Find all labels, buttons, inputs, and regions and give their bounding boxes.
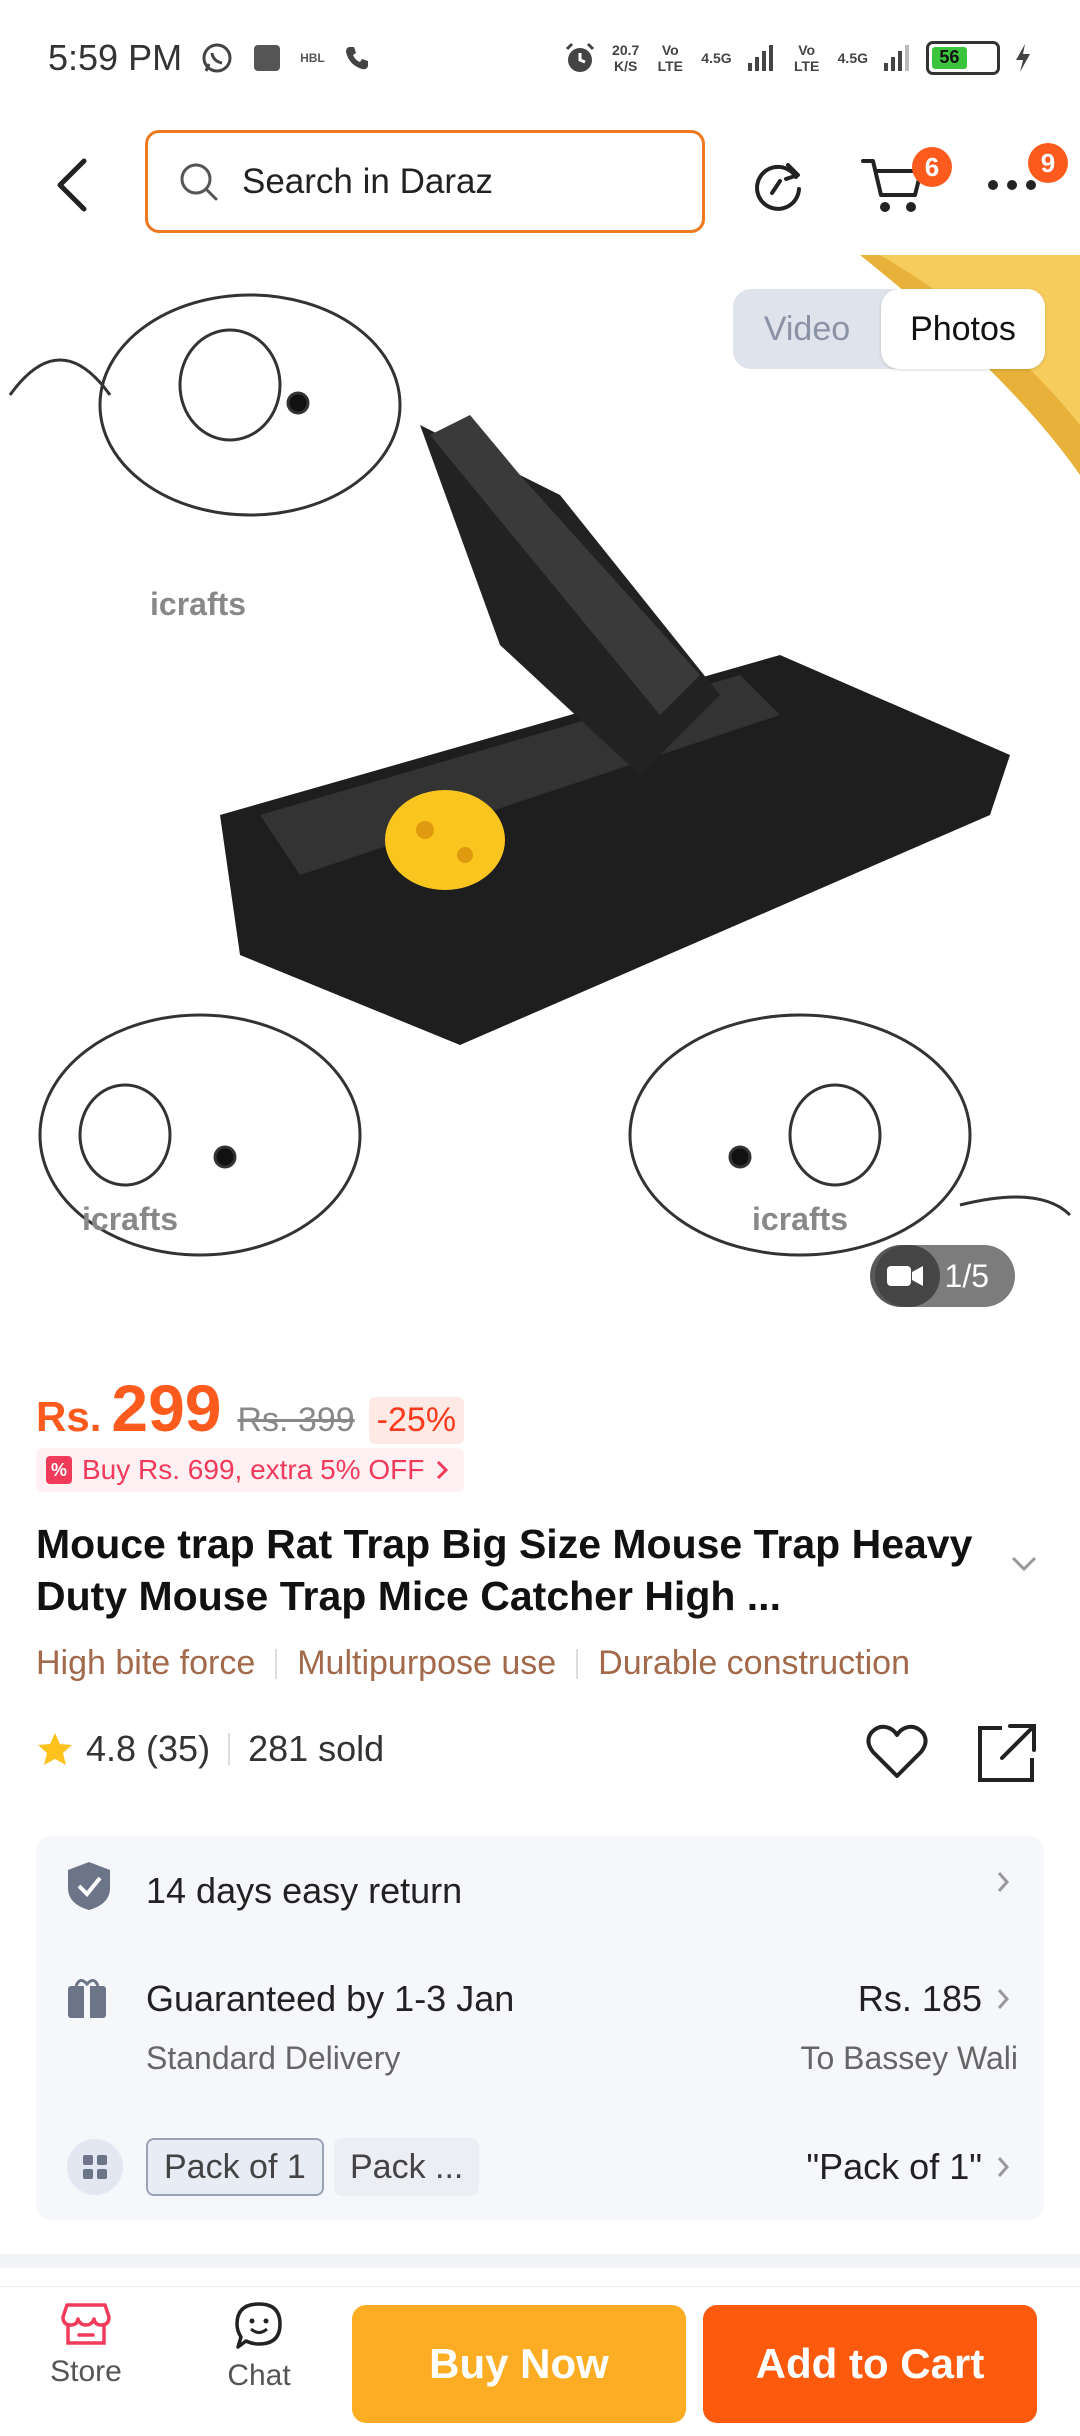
back-button[interactable] (40, 153, 104, 217)
add-to-cart-button[interactable]: Add to Cart (703, 2305, 1037, 2423)
watermark-text: icrafts (82, 1201, 178, 1237)
share-button[interactable] (974, 1722, 1038, 1789)
status-time: 5:59 PM (48, 36, 183, 78)
voucher-icon: % (46, 1456, 72, 1484)
promo-banner[interactable]: % Buy Rs. 699, extra 5% OFF (36, 1448, 465, 1492)
phone-icon (343, 44, 371, 72)
search-placeholder: Search in Daraz (242, 161, 493, 201)
chevron-right-icon (437, 1460, 449, 1480)
more-badge: 9 (1028, 143, 1068, 183)
chevron-right-icon (997, 1872, 1010, 1892)
expand-title-button[interactable] (1010, 1555, 1038, 1578)
net-speed: 20.7 K/S (612, 41, 640, 74)
watermark-text: icrafts (752, 1201, 848, 1237)
wishlist-button[interactable] (865, 1722, 929, 1787)
separator (576, 1648, 579, 1679)
separator (228, 1733, 231, 1765)
media-toggle: Video Photos (733, 289, 1045, 369)
feature-tag: Durable construction (598, 1644, 910, 1682)
rating-row[interactable]: 4.8 (35) 281 sold (36, 1728, 384, 1770)
price-currency: Rs. (36, 1393, 102, 1440)
refresh-share-icon (755, 163, 801, 211)
rating-value: 4.8 (86, 1728, 137, 1769)
sim1-network: 4.5G (701, 49, 732, 66)
shield-check-icon (66, 1860, 112, 1912)
discount-badge: -25% (368, 1397, 465, 1444)
service-info-card: 14 days easy return Guaranteed by 1-3 Ja… (36, 1836, 1044, 2220)
more-dots-icon (988, 180, 1036, 190)
sim1-label: Vo LTE (657, 41, 683, 74)
product-image: icrafts icrafts icrafts (8, 255, 1080, 1257)
battery-icon: 56 (926, 40, 1000, 75)
sim2-network: 4.5G (837, 49, 868, 66)
separator (275, 1648, 278, 1679)
original-price: Rs. 399 (237, 1401, 355, 1439)
delivery-date: Guaranteed by 1-3 Jan (146, 1978, 515, 2019)
return-chevron (996, 1870, 1010, 1894)
feature-tag: Multipurpose use (297, 1644, 557, 1682)
sim2-label: Vo LTE (793, 41, 820, 74)
battery-level: 56 (932, 46, 967, 69)
video-camera-icon (887, 1266, 923, 1286)
chevron-down-icon (1011, 1556, 1037, 1572)
section-divider (0, 2254, 1080, 2268)
share-icon (978, 1724, 1036, 1782)
chat-button[interactable]: Chat (199, 2301, 319, 2393)
signal-icon (882, 43, 912, 73)
sold-count: 281 sold (248, 1728, 385, 1769)
buy-now-button[interactable]: Buy Now (352, 2305, 686, 2423)
search-input[interactable]: Search in Daraz (145, 130, 705, 233)
search-icon (178, 161, 220, 203)
product-image-gallery[interactable]: icrafts icrafts icrafts Video Photos 1/5 (0, 255, 1080, 1335)
delivery-fee: Rs. 185 (858, 1978, 1010, 2020)
promo-text: Buy Rs. 699, extra 5% OFF (82, 1454, 425, 1485)
cart-badge: 6 (912, 147, 952, 187)
share-refresh-button[interactable] (748, 155, 808, 215)
store-label: Store (50, 2355, 122, 2388)
whatsapp-icon (200, 41, 234, 75)
tab-photos[interactable]: Photos (881, 289, 1045, 369)
delivery-fee-value: Rs. 185 (857, 1978, 982, 2019)
variant-selection: "Pack of 1" (806, 2146, 1010, 2188)
store-icon (61, 2303, 111, 2345)
feature-tag: High bite force (36, 1644, 256, 1682)
variant-selected-value: "Pack of 1" (806, 2146, 982, 2187)
bottom-action-bar: Store Chat Buy Now Add to Cart (0, 2286, 1080, 2436)
variant-option[interactable]: Pack ... (334, 2138, 480, 2196)
feature-tags: High bite force Multipurpose use Durable… (36, 1644, 910, 1683)
chat-icon (235, 2302, 282, 2349)
watermark-text: icrafts (150, 586, 246, 622)
chat-label: Chat (227, 2359, 291, 2392)
charging-icon (1014, 43, 1032, 73)
review-count: (35) (146, 1728, 211, 1769)
top-header: Search in Daraz 6 9 (0, 115, 1080, 255)
cart-button[interactable]: 6 (858, 147, 952, 221)
signal-icon (746, 43, 776, 73)
chevron-right-icon (997, 2157, 1010, 2177)
variant-option-selected[interactable]: Pack of 1 (146, 2138, 324, 2196)
status-bar: 5:59 PM HBL 20.7 K/S Vo LTE 4.5G Vo LTE … (0, 0, 1080, 115)
delivery-box-icon (66, 1976, 108, 2020)
carrier-tag: HBL (300, 50, 325, 65)
star-icon (38, 1733, 72, 1765)
more-button[interactable]: 9 (982, 143, 1068, 215)
back-arrow-icon (57, 158, 87, 212)
price-row: Rs. 299 Rs. 399 -25% (36, 1370, 465, 1446)
video-button[interactable] (870, 1245, 940, 1307)
app-icon (252, 43, 282, 73)
product-title: Mouce trap Rat Trap Big Size Mouse Trap … (36, 1521, 973, 1619)
delivery-type: Standard Delivery (146, 2040, 401, 2076)
delivery-location: To Bassey Wali (800, 2040, 1018, 2076)
return-text: 14 days easy return (146, 1870, 463, 1911)
tab-video[interactable]: Video (733, 289, 881, 369)
variant-grid-icon (66, 2138, 124, 2196)
alarm-icon (562, 40, 598, 76)
heart-icon (866, 1724, 928, 1778)
price-value: 299 (111, 1371, 222, 1445)
store-button[interactable]: Store (26, 2301, 146, 2389)
chevron-right-icon (997, 1989, 1010, 2009)
